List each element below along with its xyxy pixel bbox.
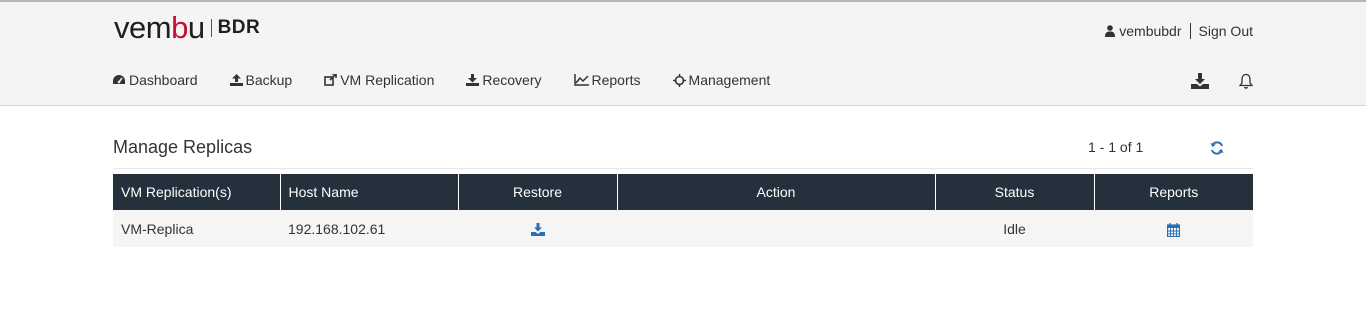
vembu-logo[interactable]: vembu BDR [114,12,260,44]
bell-icon[interactable] [1239,73,1253,89]
cell-host-name: 192.168.102.61 [280,210,458,247]
pagination-info: 1 - 1 of 1 [1088,139,1144,155]
cell-vm-name: VM-Replica [113,210,280,247]
upload-icon [229,74,246,86]
col-header-host-name[interactable]: Host Name [279,174,458,210]
restore-download-icon[interactable] [530,223,545,237]
dashboard-icon [112,74,129,86]
username: vembubdr [1119,23,1182,39]
nav-dashboard[interactable]: Dashboard [112,72,198,88]
nav-backup[interactable]: Backup [229,72,293,88]
logo-divider [210,19,212,37]
col-header-reports: Reports [1093,174,1253,210]
cell-action [617,210,935,247]
crosshair-icon [672,73,689,87]
calendar-icon[interactable] [1167,222,1180,237]
nav-recovery[interactable]: Recovery [466,72,542,88]
nav-vm-replication[interactable]: VM Replication [324,72,434,88]
refresh-icon[interactable] [1210,141,1224,155]
nav-dashboard-label: Dashboard [129,72,198,88]
cell-status: Idle [935,210,1094,247]
external-link-icon [324,74,340,86]
cell-reports [1094,210,1253,247]
nav-management-label: Management [688,72,771,88]
table-header-row: VM Replication(s) Host Name Restore Acti… [113,174,1253,210]
cell-restore [458,210,617,247]
header-icons [1161,73,1253,89]
main-nav: Dashboard Backup VM Replication Recovery… [112,72,802,88]
nav-reports-label: Reports [591,72,641,88]
col-header-action: Action [616,174,935,210]
title-divider [113,168,1253,169]
nav-reports[interactable]: Reports [573,72,641,88]
sign-out-link[interactable]: Sign Out [1199,23,1253,39]
page-title: Manage Replicas [113,137,253,157]
nav-recovery-label: Recovery [482,72,542,88]
download-icon [466,74,482,86]
col-header-status[interactable]: Status [934,174,1094,210]
line-chart-icon [573,74,592,86]
col-header-vm-replication[interactable]: VM Replication(s) [113,174,280,210]
user-divider [1189,23,1191,39]
table-row: VM-Replica 192.168.102.61 Idle [113,210,1253,247]
logo-product: BDR [217,17,261,38]
user-area: vembubdr Sign Out [1105,23,1253,39]
app-header: vembu BDR vembubdr Sign Out Dashboard Ba… [0,2,1366,106]
replicas-table: VM Replication(s) Host Name Restore Acti… [113,174,1253,247]
logo-wordmark: vembu [114,10,205,45]
user-icon [1105,25,1119,37]
nav-backup-label: Backup [245,72,293,88]
nav-vm-replication-label: VM Replication [340,72,435,88]
download-tray-icon[interactable] [1191,73,1209,89]
col-header-restore: Restore [457,174,617,210]
nav-management[interactable]: Management [672,72,771,88]
